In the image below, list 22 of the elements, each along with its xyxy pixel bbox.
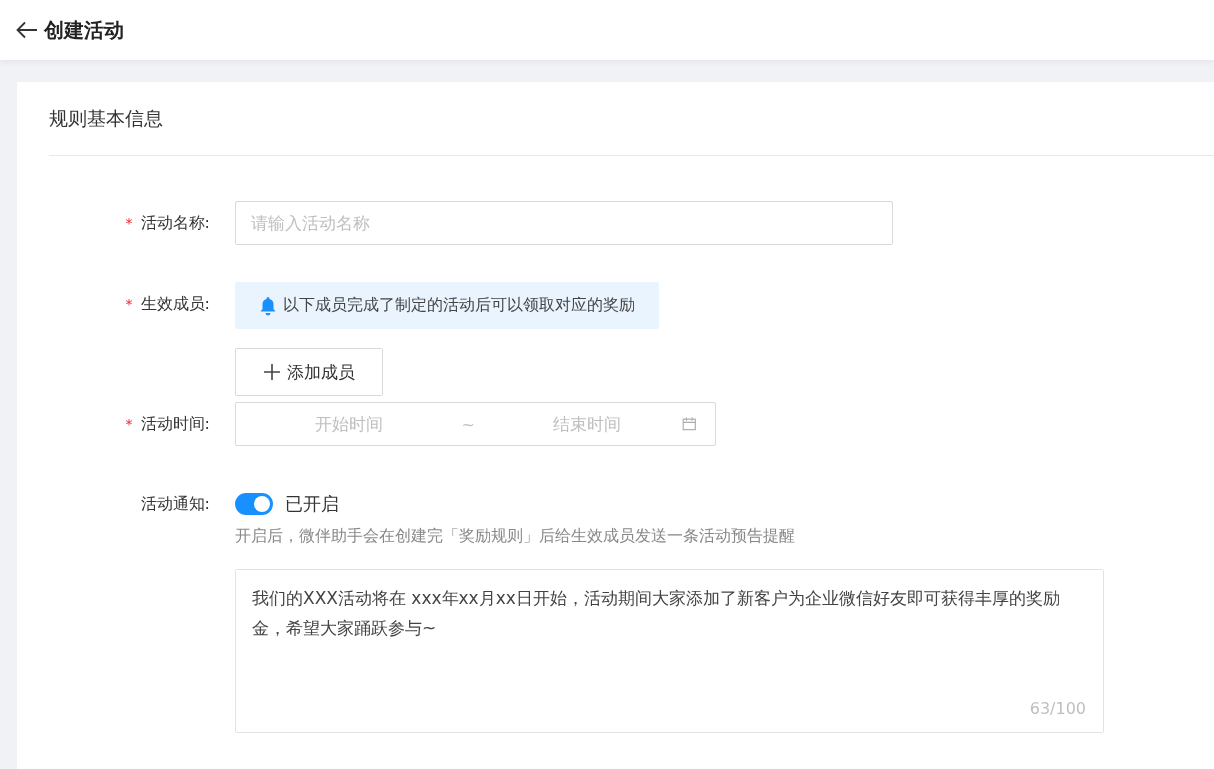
required-mark: * bbox=[125, 416, 133, 432]
hint-text: 开启后，微伴助手会在创建完「奖励规则」后给生效成员发送一条活动预告提醒 bbox=[235, 526, 795, 547]
add-member-button[interactable]: 添加成员 bbox=[235, 348, 383, 396]
toggle-status: 已开启 bbox=[285, 492, 339, 516]
char-count: 63/100 bbox=[1029, 699, 1086, 718]
section-title: 规则基本信息 bbox=[49, 105, 163, 131]
required-mark: * bbox=[125, 296, 133, 312]
activity-name-field[interactable]: 请输入活动名称 bbox=[235, 201, 893, 245]
bell-icon bbox=[259, 295, 277, 316]
back-arrow-icon bbox=[16, 21, 38, 39]
field-label: 生效成员: bbox=[140, 293, 210, 315]
field-label: 活动通知: bbox=[140, 493, 210, 515]
alert-text: 以下成员完成了制定的活动后可以领取对应的奖励 bbox=[283, 295, 635, 316]
calendar-icon bbox=[682, 415, 697, 433]
field-label: 活动名称: bbox=[140, 212, 210, 234]
plus-icon bbox=[263, 363, 281, 381]
notification-toggle[interactable] bbox=[235, 493, 273, 515]
required-mark: * bbox=[125, 215, 133, 231]
range-separator: ~ bbox=[460, 414, 476, 434]
field-label: 活动时间: bbox=[140, 413, 210, 435]
back-button[interactable] bbox=[16, 21, 38, 39]
page-title: 创建活动 bbox=[44, 16, 124, 44]
